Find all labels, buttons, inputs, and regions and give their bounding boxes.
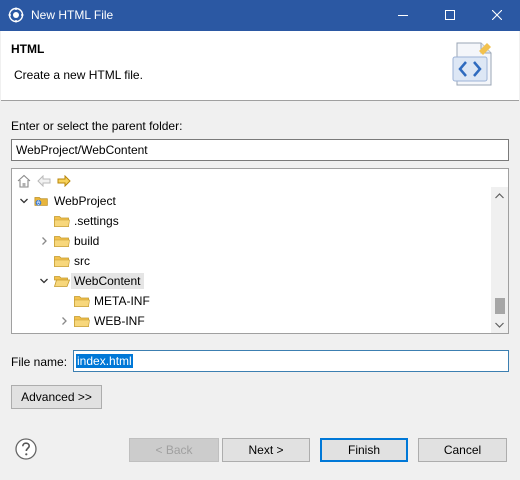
parent-folder-label: Enter or select the parent folder: xyxy=(11,119,183,133)
minimize-button[interactable] xyxy=(380,0,426,31)
cancel-button[interactable]: Cancel xyxy=(418,438,507,462)
parent-folder-input[interactable]: WebProject/WebContent xyxy=(11,139,509,161)
tree-item-label: WebContent xyxy=(71,273,144,289)
tree-item-label: WEB-INF xyxy=(94,314,145,328)
folder-icon xyxy=(74,314,90,328)
folder-icon xyxy=(54,234,70,248)
tree-item-settings[interactable]: .settings xyxy=(38,211,119,231)
chevron-down-icon[interactable] xyxy=(38,275,50,287)
tree-toolbar xyxy=(16,173,72,189)
chevron-down-icon[interactable] xyxy=(18,195,30,207)
chevron-right-icon[interactable] xyxy=(38,235,50,247)
tree-item-src[interactable]: src xyxy=(38,251,90,271)
finish-button[interactable]: Finish xyxy=(320,438,408,462)
back-arrow-icon[interactable] xyxy=(36,173,52,189)
back-button[interactable]: < Back xyxy=(129,438,219,462)
scroll-down-icon[interactable] xyxy=(491,316,508,333)
scroll-up-icon[interactable] xyxy=(491,187,508,204)
project-icon xyxy=(34,194,50,208)
close-icon xyxy=(491,9,503,23)
chevron-right-icon[interactable] xyxy=(58,315,70,327)
wizard-title: HTML xyxy=(11,42,45,56)
tree-item-webcontent[interactable]: WebContent xyxy=(38,271,144,291)
home-icon[interactable] xyxy=(16,173,32,189)
window-title: New HTML File xyxy=(31,8,114,22)
file-name-label: File name: xyxy=(11,355,68,369)
tree-item-build[interactable]: build xyxy=(38,231,99,251)
tree-item-label: WebProject xyxy=(54,194,116,208)
folder-icon xyxy=(54,214,70,228)
tree-item-label: META-INF xyxy=(94,294,150,308)
next-button[interactable]: Next > xyxy=(222,438,310,462)
tree-item-label: .settings xyxy=(74,214,119,228)
minimize-icon xyxy=(398,9,408,23)
help-icon[interactable] xyxy=(14,437,38,461)
tree-item-web-inf[interactable]: WEB-INF xyxy=(58,311,145,331)
folder-icon xyxy=(74,294,90,308)
close-button[interactable] xyxy=(474,0,520,31)
folder-tree[interactable]: WebProject .settings build src WebConten… xyxy=(11,168,509,334)
tree-item-webproject[interactable]: WebProject xyxy=(18,191,116,211)
tree-item-label: src xyxy=(74,254,90,268)
forward-arrow-icon[interactable] xyxy=(56,173,72,189)
eclipse-icon xyxy=(8,7,24,23)
file-name-input[interactable]: index.html xyxy=(73,350,509,372)
maximize-button[interactable] xyxy=(427,0,473,31)
file-name-value: index.html xyxy=(76,354,133,368)
advanced-button[interactable]: Advanced >> xyxy=(11,385,102,409)
open-folder-icon xyxy=(54,274,70,288)
title-bar: New HTML File xyxy=(0,0,520,31)
wizard-description: Create a new HTML file. xyxy=(14,68,143,82)
tree-item-meta-inf[interactable]: META-INF xyxy=(58,291,150,311)
tree-item-label: build xyxy=(74,234,100,248)
wizard-header: HTML Create a new HTML file. xyxy=(1,31,519,101)
html-file-wizard-icon xyxy=(449,39,497,91)
scrollbar-thumb[interactable] xyxy=(495,298,505,314)
tree-scrollbar[interactable] xyxy=(491,187,508,333)
folder-icon xyxy=(54,254,70,268)
maximize-icon xyxy=(445,9,455,23)
